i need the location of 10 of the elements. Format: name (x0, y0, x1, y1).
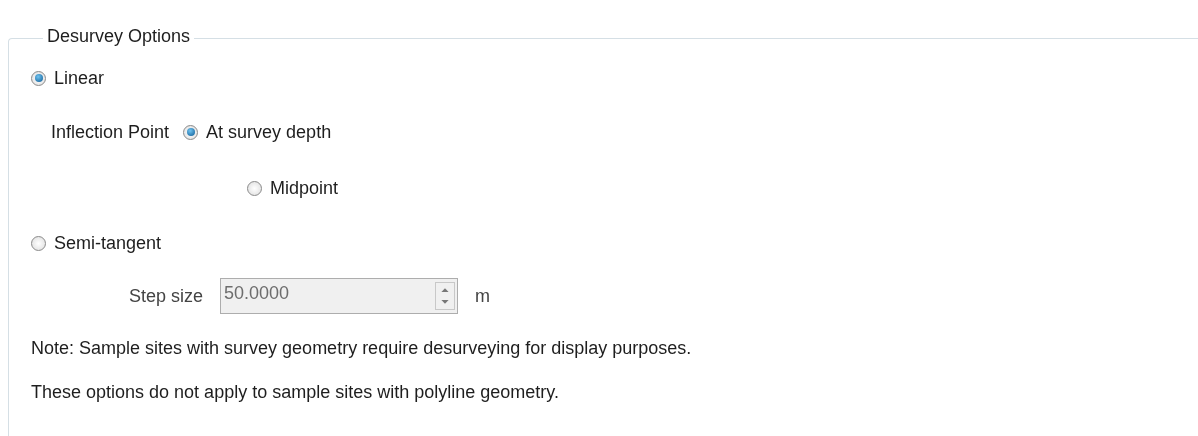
radio-button[interactable]: Semi-tangent (31, 232, 162, 254)
note-text: These options do not apply to sample sites with polyline geometry. (31, 380, 560, 404)
radio-button[interactable]: Midpoint (247, 177, 339, 199)
group-title: Desurvey Options (46, 26, 192, 47)
unit-label: m (475, 285, 491, 307)
radio-button[interactable]: Linear (31, 67, 105, 89)
radio-button[interactable]: At survey depth (183, 121, 332, 143)
step-size-label: Step size (129, 285, 204, 307)
inflection-label: Inflection Point (51, 121, 170, 143)
note-text: Note: Sample sites with survey geometry require desurveying for display purposes. (31, 336, 693, 360)
